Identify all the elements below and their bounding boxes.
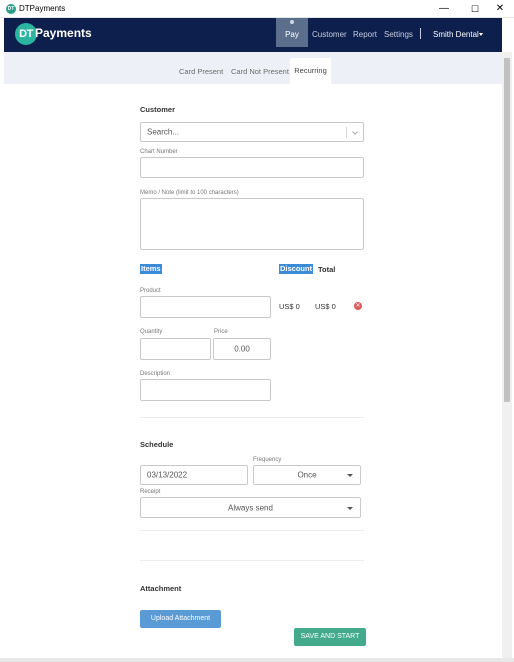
active-indicator-icon	[290, 20, 294, 24]
window-title: DTPayments	[19, 4, 66, 13]
caret-down-icon[interactable]	[479, 33, 483, 36]
memo-label: Memo / Note (limit to 100 characters)	[140, 190, 239, 196]
caret-down-icon	[347, 474, 353, 477]
logo-text: Payments	[35, 26, 92, 40]
logo-badge: DT	[15, 23, 37, 45]
tab-card-present[interactable]: Card Present	[179, 67, 223, 76]
frequency-value: Once	[297, 470, 317, 480]
window-bottom-edge	[0, 658, 514, 662]
top-navbar: DT Payments Pay Customer Report Settings…	[4, 18, 502, 52]
minimize-button[interactable]: —	[430, 0, 458, 18]
total-value: US$ 0	[315, 302, 336, 311]
discount-header: Discount	[279, 264, 314, 274]
frequency-label: Frequency	[253, 457, 282, 463]
chart-number-input[interactable]	[140, 157, 364, 178]
description-input[interactable]	[140, 379, 271, 401]
upload-attachment-button[interactable]: Upload Attachment	[140, 610, 221, 628]
customer-search-placeholder: Search...	[147, 127, 180, 137]
remove-item-icon[interactable]: ✕	[354, 302, 362, 310]
nav-pay[interactable]: Pay	[276, 18, 308, 47]
app-icon: DT	[6, 4, 16, 14]
scrollbar-thumb[interactable]	[504, 58, 510, 402]
nav-customer[interactable]: Customer	[312, 30, 347, 39]
vertical-scrollbar[interactable]	[502, 52, 512, 658]
quantity-input[interactable]	[140, 338, 211, 360]
close-window-button[interactable]: ✕	[486, 0, 514, 18]
nav-separator	[420, 28, 421, 39]
tab-recurring[interactable]: Recurring	[290, 58, 331, 84]
caret-down-icon	[347, 506, 353, 510]
customer-search-select[interactable]: Search...	[140, 122, 364, 142]
nav-report[interactable]: Report	[353, 30, 377, 39]
chart-number-label: Chart Number	[140, 149, 178, 155]
start-date-input[interactable]: 03/13/2022	[140, 465, 248, 485]
product-label: Product	[140, 288, 161, 294]
price-input[interactable]: 0.00	[213, 338, 271, 360]
save-and-start-button[interactable]: SAVE AND START	[294, 628, 366, 646]
section-divider	[140, 530, 364, 531]
select-divider	[346, 127, 347, 138]
price-value: 0.00	[234, 344, 250, 354]
product-input[interactable]	[140, 296, 271, 318]
section-divider	[140, 560, 364, 561]
recurring-form: Customer Search... Chart Number Memo / N…	[4, 84, 502, 658]
nav-pay-label: Pay	[285, 30, 299, 39]
section-divider	[140, 417, 364, 418]
quantity-label: Quantity	[140, 329, 163, 335]
window-titlebar: DT DTPayments — ☐ ✕	[0, 0, 514, 18]
memo-textarea[interactable]	[140, 198, 364, 250]
total-header: Total	[318, 265, 336, 274]
description-label: Description	[140, 371, 171, 377]
schedule-heading: Schedule	[140, 440, 174, 449]
receipt-value: Always send	[228, 503, 273, 512]
payment-type-tabs: Card Present Card Not Present Recurring	[4, 52, 502, 84]
receipt-select[interactable]: Always send	[140, 497, 361, 518]
receipt-label: Receipt	[140, 489, 161, 495]
user-menu[interactable]: Smith Dental	[433, 30, 479, 39]
nav-settings[interactable]: Settings	[384, 30, 413, 39]
customer-heading: Customer	[140, 105, 176, 114]
discount-value: US$ 0	[279, 302, 300, 311]
attachment-heading: Attachment	[140, 584, 182, 593]
tab-card-not-present[interactable]: Card Not Present	[231, 67, 289, 76]
chevron-down-icon[interactable]	[352, 129, 358, 135]
price-label: Price	[214, 329, 228, 335]
maximize-button[interactable]: ☐	[461, 0, 489, 18]
start-date-value: 03/13/2022	[147, 470, 188, 480]
frequency-select[interactable]: Once	[253, 465, 361, 485]
items-header: Items	[140, 264, 162, 274]
